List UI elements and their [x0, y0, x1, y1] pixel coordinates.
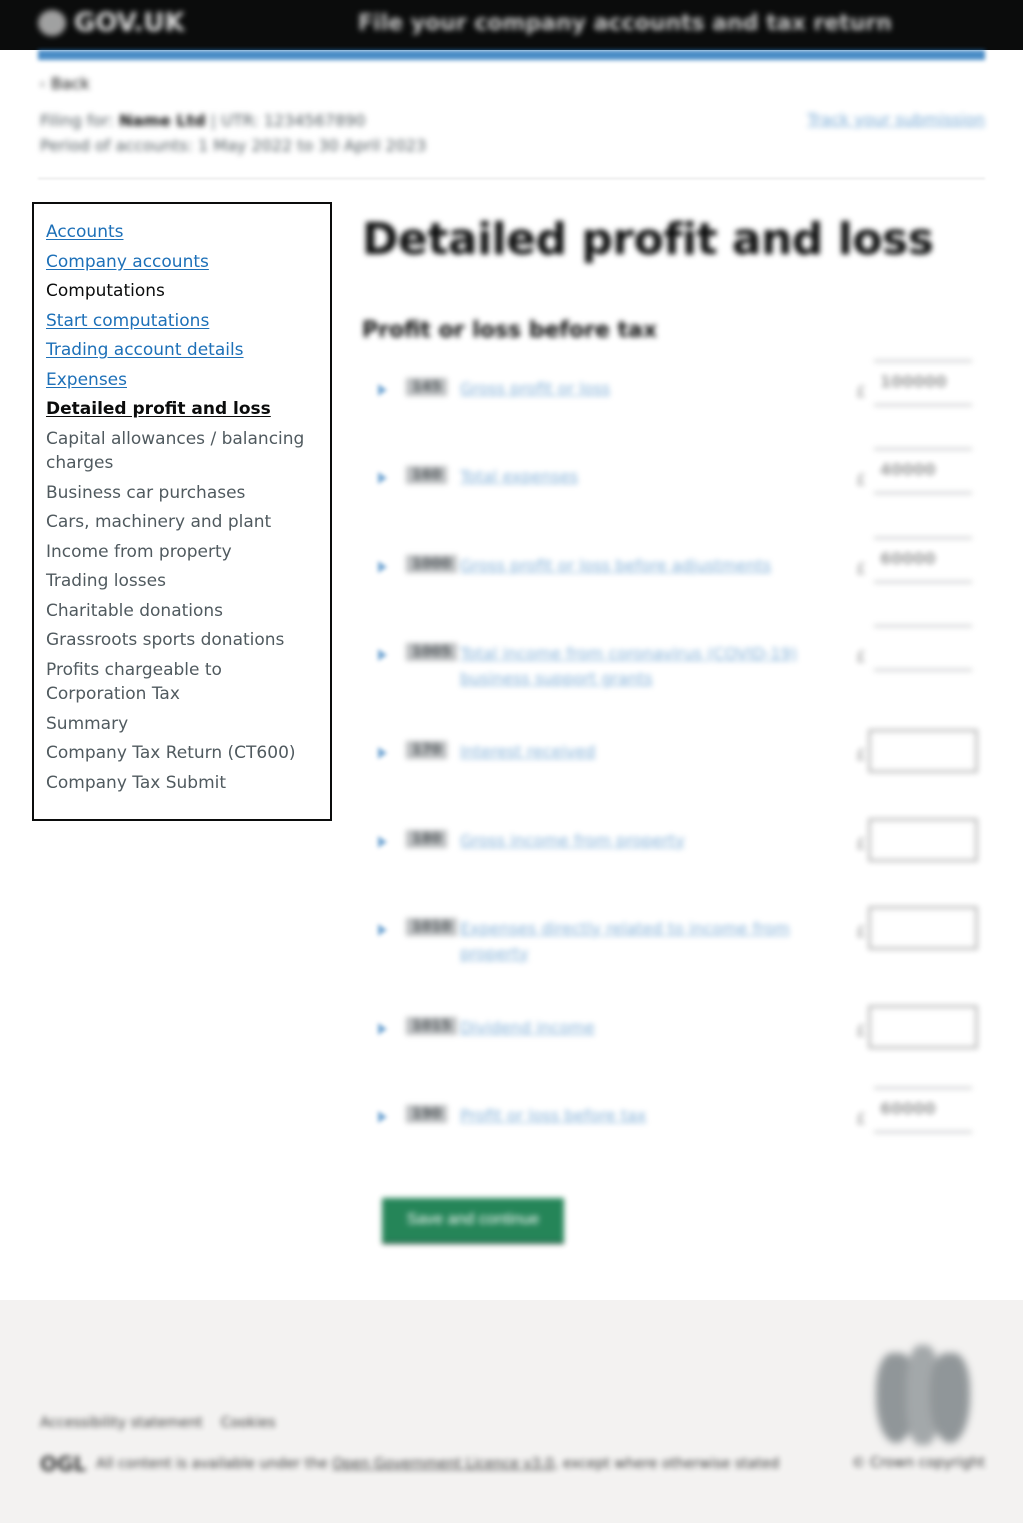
box-number: 190 — [406, 1105, 448, 1123]
service-name[interactable]: File your company accounts and tax retur… — [358, 11, 892, 36]
currency-symbol: £ — [856, 470, 867, 489]
filing-for-label: Filing for: — [40, 111, 114, 130]
header-blue-bar — [38, 50, 985, 60]
sidebar-item-trading-account-details[interactable]: Trading account details — [46, 338, 318, 363]
company-name: Name Ltd — [118, 111, 206, 130]
box-number: 145 — [406, 378, 448, 396]
caret-right-icon[interactable] — [378, 561, 387, 573]
currency-symbol: £ — [856, 1021, 867, 1040]
crown-copyright-link[interactable]: © Crown copyright — [852, 1455, 985, 1471]
sidebar-item-profits-chargeable-to-corporation-tax: Profits chargeable to Corporation Tax — [46, 659, 222, 705]
sidebar-item-company-tax-submit: Company Tax Submit — [46, 772, 227, 793]
track-submission-link[interactable]: Track your submission — [807, 110, 985, 129]
row-label-link[interactable]: Total income from coronavirus (COVID-19)… — [460, 641, 810, 691]
footer-link-accessibility[interactable]: Accessibility statement — [40, 1415, 203, 1431]
amount-input[interactable] — [868, 1005, 978, 1049]
amount-readonly: 60000 — [874, 1087, 972, 1133]
sidebar-item-company-accounts[interactable]: Company accounts — [46, 250, 318, 275]
row-label-link[interactable]: Total expenses — [460, 464, 810, 489]
caret-right-icon[interactable] — [378, 836, 387, 848]
currency-symbol: £ — [856, 382, 867, 401]
ogl-logo-icon: OGL — [40, 1452, 87, 1476]
caret-right-icon[interactable] — [378, 924, 387, 936]
sidebar-item-business-car-purchases: Business car purchases — [46, 482, 246, 503]
caret-right-icon[interactable] — [378, 649, 387, 661]
row-label-link[interactable]: Dividend income — [460, 1015, 810, 1040]
row-label-link[interactable]: Interest received — [460, 739, 810, 764]
amount-readonly: 40000 — [874, 448, 972, 494]
accounts-period: Period of accounts: 1 May 2022 to 30 Apr… — [40, 136, 427, 155]
amount-readonly: 100000 — [874, 360, 972, 406]
amount-value: 100000 — [880, 372, 947, 391]
amount-readonly: 60000 — [874, 537, 972, 583]
royal-crest-icon — [868, 1345, 978, 1445]
row-label-link[interactable]: Expenses directly related to income from… — [460, 916, 810, 966]
amount-input[interactable] — [868, 729, 978, 773]
save-and-continue-button[interactable]: Save and continue — [382, 1198, 564, 1242]
sidebar-item-summary: Summary — [46, 713, 129, 734]
logo-text: GOV.UK — [74, 8, 185, 38]
box-number: 1015 — [406, 1017, 457, 1035]
sidebar-item-computations: Computations — [46, 281, 165, 301]
licence-link[interactable]: Open Government Licence v3.0 — [332, 1456, 554, 1472]
sidebar-item-accounts[interactable]: Accounts — [46, 220, 318, 245]
sidebar-item-income-from-property: Income from property — [46, 541, 232, 562]
box-number: 1005 — [406, 643, 457, 661]
footer-links: Accessibility statement Cookies — [40, 1415, 276, 1431]
currency-symbol: £ — [856, 559, 867, 578]
licence-prefix: All content is available under the — [96, 1456, 328, 1472]
site-header: GOV.UK File your company accounts and ta… — [0, 0, 1023, 60]
chevron-left-icon: ‹ — [40, 76, 45, 91]
sidebar-item-trading-losses: Trading losses — [46, 571, 166, 591]
footer-licence: OGL All content is available under the O… — [40, 1452, 779, 1476]
box-number: 1000 — [406, 555, 457, 573]
licence-suffix: , except where otherwise stated — [553, 1456, 780, 1472]
sidebar-item-expenses[interactable]: Expenses — [46, 368, 318, 393]
utr: | UTR: 1234567890 — [210, 111, 366, 130]
sidebar-item-cars-machinery-and-plant: Cars, machinery and plant — [46, 512, 272, 532]
box-number: 160 — [406, 466, 448, 484]
amount-input[interactable] — [868, 818, 978, 862]
row-label-link[interactable]: Gross profit or loss — [460, 376, 810, 401]
back-link[interactable]: ‹ Back — [40, 74, 90, 93]
amount-readonly — [874, 625, 972, 671]
caret-right-icon[interactable] — [378, 384, 387, 396]
sidebar-item-company-tax-return-ct600: Company Tax Return (CT600) — [46, 743, 296, 763]
currency-symbol: £ — [856, 834, 867, 853]
currency-symbol: £ — [856, 745, 867, 764]
sidebar-nav: Accounts Company accounts Computations Star… — [32, 202, 332, 821]
govuk-logo[interactable]: GOV.UK — [38, 8, 358, 38]
row-label-link[interactable]: Profit or loss before tax — [460, 1103, 810, 1128]
caret-right-icon[interactable] — [378, 1023, 387, 1035]
site-footer: Accessibility statement Cookies OGL All … — [0, 1300, 1023, 1523]
box-number: 180 — [406, 830, 448, 848]
sidebar-item-charitable-donations: Charitable donations — [46, 600, 224, 621]
page-title: Detailed profit and loss — [362, 214, 934, 265]
back-link-label: Back — [50, 74, 90, 93]
sidebar-item-detailed-profit-and-loss: Detailed profit and loss — [46, 399, 271, 419]
sidebar-item-grassroots-sports-donations: Grassroots sports donations — [46, 630, 285, 650]
currency-symbol: £ — [856, 1109, 867, 1128]
footer-link-cookies[interactable]: Cookies — [221, 1415, 276, 1431]
box-number: 1010 — [406, 918, 457, 936]
currency-symbol: £ — [856, 647, 867, 666]
sidebar-item-start-computations[interactable]: Start computations — [46, 309, 318, 334]
amount-value: 40000 — [880, 460, 936, 479]
currency-symbol: £ — [856, 922, 867, 941]
filing-meta: Filing for: Name Ltd | UTR: 1234567890 P… — [40, 108, 426, 158]
main-content: Detailed profit and loss Profit or loss … — [362, 210, 987, 343]
amount-value: 60000 — [880, 549, 936, 568]
box-number: 170 — [406, 741, 448, 759]
row-label-link[interactable]: Gross income from property — [460, 828, 810, 853]
amount-input[interactable] — [868, 906, 978, 950]
sidebar-item-capital-allowances-balancing-charges: Capital allowances / balancing charges — [46, 428, 305, 474]
section-divider — [38, 178, 985, 179]
amount-value: 60000 — [880, 1099, 936, 1118]
caret-right-icon[interactable] — [378, 1111, 387, 1123]
section-title: Profit or loss before tax — [362, 318, 658, 343]
crown-icon — [38, 10, 66, 36]
caret-right-icon[interactable] — [378, 472, 387, 484]
caret-right-icon[interactable] — [378, 747, 387, 759]
row-label-link[interactable]: Gross profit or loss before adjustments — [460, 553, 810, 578]
